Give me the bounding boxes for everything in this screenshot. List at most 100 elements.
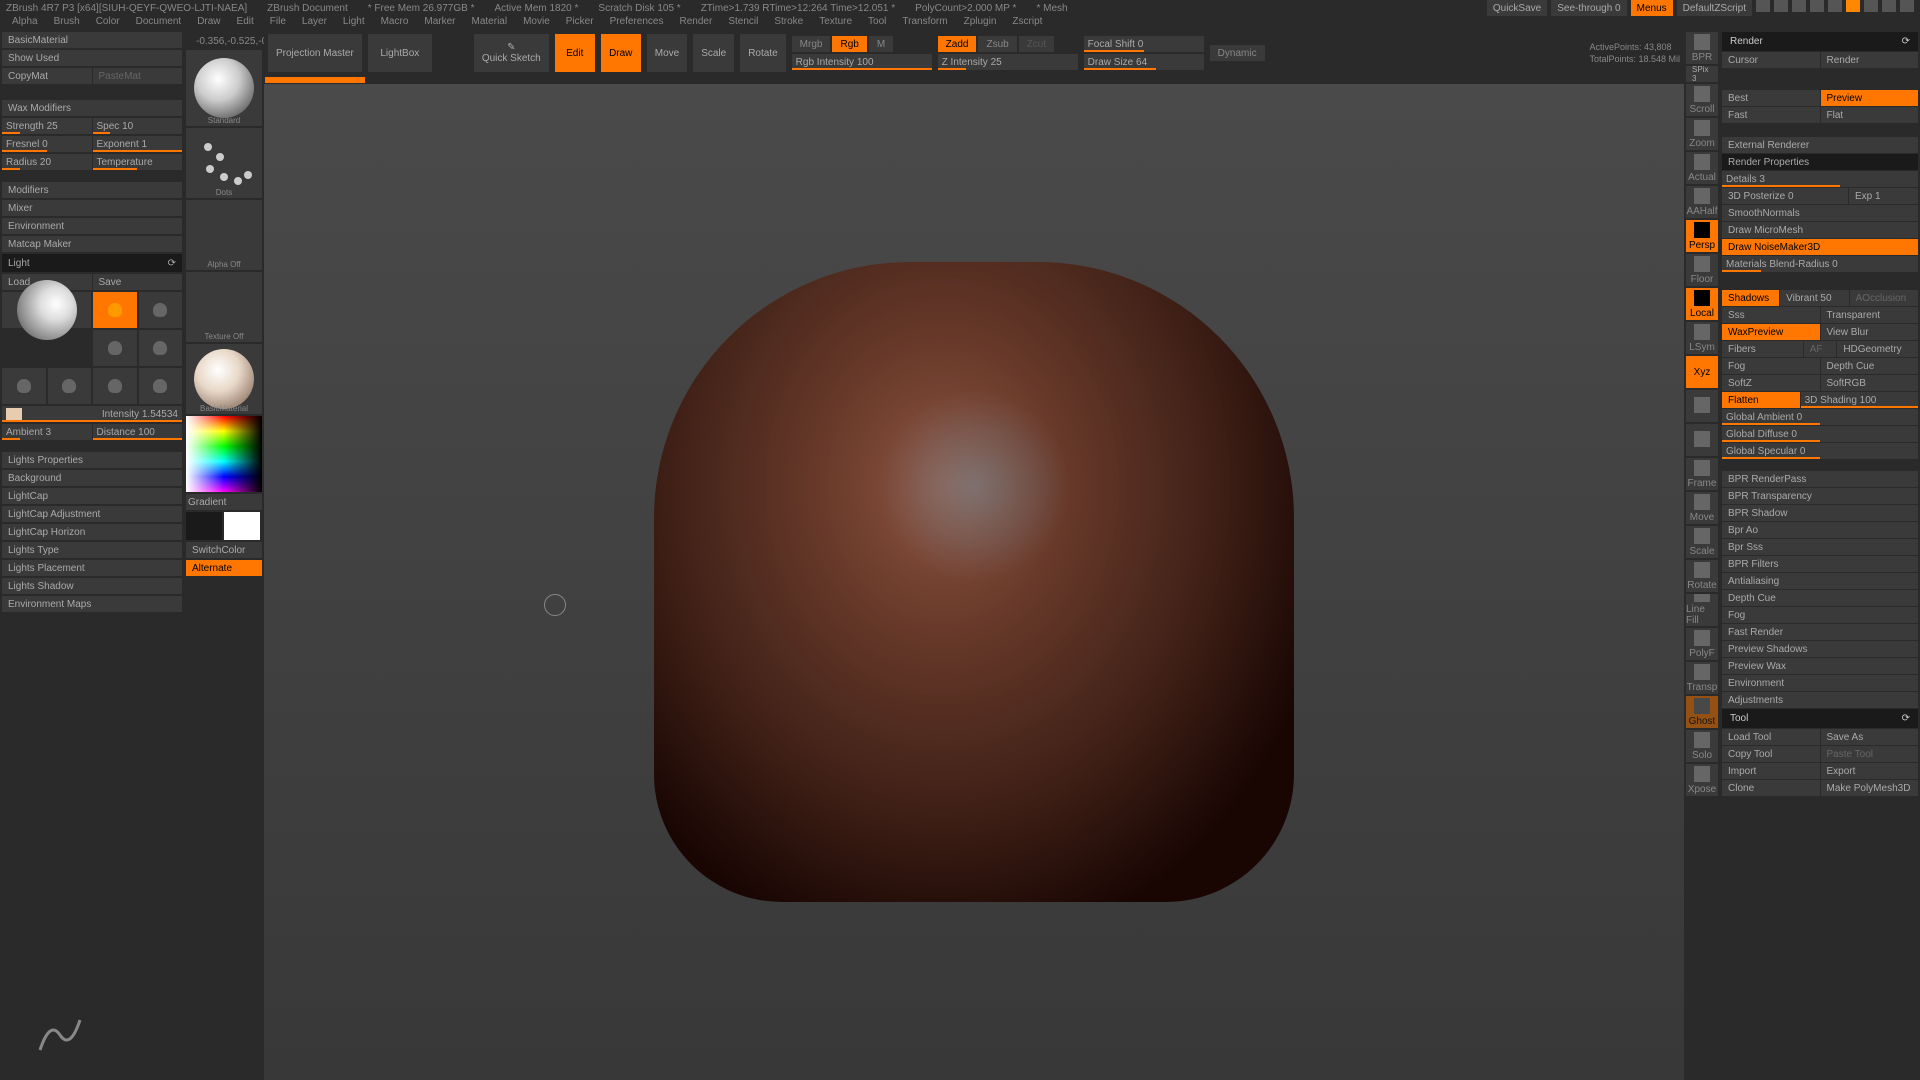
flatten[interactable]: Flatten	[1722, 392, 1800, 408]
z-intensity[interactable]: Z Intensity 25	[938, 54, 1078, 70]
menu-item[interactable]: Zscript	[1006, 16, 1048, 30]
sss-button[interactable]: Sss	[1722, 307, 1820, 323]
temperature-slider[interactable]: Temperature	[93, 154, 183, 170]
menu-item[interactable]: Stencil	[722, 16, 764, 30]
menu-item[interactable]: Material	[466, 16, 514, 30]
intensity-slider[interactable]: Intensity 1.54534	[2, 406, 182, 422]
fog-button[interactable]: Fog	[1722, 358, 1820, 374]
render-props-header[interactable]: Render Properties	[1722, 154, 1918, 170]
global-ambient[interactable]: Global Ambient 0	[1722, 409, 1918, 425]
lights-props[interactable]: Lights Properties	[2, 452, 182, 468]
menu-item[interactable]: Movie	[517, 16, 556, 30]
aocclusion[interactable]: AOcclusion	[1850, 290, 1918, 306]
lsym-button[interactable]: LSym	[1686, 322, 1718, 354]
zoom-button[interactable]: Zoom	[1686, 118, 1718, 150]
spec-slider[interactable]: Spec 10	[93, 118, 183, 134]
win-close[interactable]	[1900, 0, 1914, 12]
details-slider[interactable]: Details 3	[1722, 171, 1918, 187]
radius-slider[interactable]: Radius 20	[2, 154, 92, 170]
solo-button[interactable]: Solo	[1686, 730, 1718, 762]
fog2[interactable]: Fog	[1722, 607, 1918, 623]
bpr-transparency[interactable]: BPR Transparency	[1722, 488, 1918, 504]
lights-shadow[interactable]: Lights Shadow	[2, 578, 182, 594]
fast-render[interactable]: Fast Render	[1722, 624, 1918, 640]
color-swatch[interactable]	[6, 408, 22, 420]
adjustments[interactable]: Adjustments	[1722, 692, 1918, 708]
menu-item[interactable]: Stroke	[768, 16, 809, 30]
save-as-tool[interactable]: Save As	[1821, 729, 1919, 745]
render-button[interactable]: Render	[1821, 52, 1919, 68]
lightcap-horizon[interactable]: LightCap Horizon	[2, 524, 182, 540]
collapse-icon[interactable]: ⟳	[1902, 36, 1910, 47]
alternate-button[interactable]: Alternate	[186, 560, 262, 576]
modifiers-header[interactable]: Modifiers	[2, 182, 182, 198]
material-thumb[interactable]: BasicMaterial	[186, 344, 262, 414]
posterize[interactable]: 3D Posterize 0	[1722, 188, 1848, 204]
xpose-button[interactable]: Xpose	[1686, 764, 1718, 796]
menu-item[interactable]: File	[264, 16, 292, 30]
zsub-button[interactable]: Zsub	[978, 36, 1016, 52]
mrgb-button[interactable]: Mrgb	[792, 36, 831, 52]
cursor-button[interactable]: Cursor	[1722, 52, 1820, 68]
shadows-button[interactable]: Shadows	[1722, 290, 1779, 306]
antialiasing[interactable]: Antialiasing	[1722, 573, 1918, 589]
aahalf-button[interactable]: AAHalf	[1686, 186, 1718, 218]
menu-item[interactable]: Texture	[813, 16, 858, 30]
spix-slider[interactable]: SPix 3	[1686, 66, 1718, 82]
seethrough-slider[interactable]: See-through 0	[1551, 0, 1626, 16]
import-tool[interactable]: Import	[1722, 763, 1820, 779]
copy-tool[interactable]: Copy Tool	[1722, 746, 1820, 762]
renderpass[interactable]: BPR RenderPass	[1722, 471, 1918, 487]
frame-button[interactable]: Frame	[1686, 458, 1718, 490]
texture-thumb[interactable]: Texture Off	[186, 272, 262, 342]
lights-placement[interactable]: Lights Placement	[2, 560, 182, 576]
menu-item[interactable]: Draw	[191, 16, 226, 30]
xyz-button[interactable]: Xyz	[1686, 356, 1718, 388]
lightcap-adj[interactable]: LightCap Adjustment	[2, 506, 182, 522]
win-btn[interactable]	[1846, 0, 1860, 12]
color-picker[interactable]	[186, 416, 262, 492]
micromesh[interactable]: Draw MicroMesh	[1722, 222, 1918, 238]
nav-button[interactable]	[1686, 390, 1718, 422]
move-view-button[interactable]: Move	[1686, 492, 1718, 524]
transp-button[interactable]: Transp	[1686, 662, 1718, 694]
softz[interactable]: SoftZ	[1722, 375, 1820, 391]
menu-item[interactable]: Marker	[418, 16, 461, 30]
bpr-filters[interactable]: BPR Filters	[1722, 556, 1918, 572]
background[interactable]: Background	[2, 470, 182, 486]
noisemaker[interactable]: Draw NoiseMaker3D	[1722, 239, 1918, 255]
wax-modifiers-header[interactable]: Wax Modifiers	[2, 100, 182, 116]
draw-button[interactable]: Draw	[601, 34, 641, 72]
actual-button[interactable]: Actual	[1686, 152, 1718, 184]
move-button[interactable]: Move	[647, 34, 687, 72]
swatch-secondary[interactable]	[224, 512, 260, 540]
tool-title[interactable]: Tool⟳	[1722, 709, 1918, 728]
light-slot-on[interactable]	[93, 292, 137, 328]
paste-mat[interactable]: PasteMat	[93, 68, 183, 84]
environment-header[interactable]: Environment	[2, 218, 182, 234]
bpr-button[interactable]: BPR	[1686, 32, 1718, 64]
distance-slider[interactable]: Distance 100	[93, 424, 183, 440]
light-slot[interactable]	[139, 292, 183, 328]
dynamic-button[interactable]: Dynamic	[1210, 45, 1265, 61]
render-env[interactable]: Environment	[1722, 675, 1918, 691]
swatch-main[interactable]	[186, 512, 222, 540]
rgb-button[interactable]: Rgb	[832, 36, 866, 52]
menu-item[interactable]: Edit	[231, 16, 260, 30]
brush-thumb[interactable]: Standard	[186, 50, 262, 126]
quicksave-button[interactable]: QuickSave	[1487, 0, 1547, 16]
projection-master[interactable]: Projection Master	[268, 34, 362, 72]
export-tool[interactable]: Export	[1821, 763, 1919, 779]
render-title[interactable]: Render⟳	[1722, 32, 1918, 51]
ghost-button[interactable]: Ghost	[1686, 696, 1718, 728]
preview-button[interactable]: Preview	[1821, 90, 1919, 106]
ambient-slider[interactable]: Ambient 3	[2, 424, 92, 440]
blend-radius[interactable]: Materials Blend-Radius 0	[1722, 256, 1918, 272]
zcut-button[interactable]: Zcut	[1019, 36, 1054, 52]
local-button[interactable]: Local	[1686, 288, 1718, 320]
show-used[interactable]: Show Used	[2, 50, 182, 66]
best-button[interactable]: Best	[1722, 90, 1820, 106]
rotate-view-button[interactable]: Rotate	[1686, 560, 1718, 592]
bpr-sss[interactable]: Bpr Sss	[1722, 539, 1918, 555]
smooth-normals[interactable]: SmoothNormals	[1722, 205, 1918, 221]
